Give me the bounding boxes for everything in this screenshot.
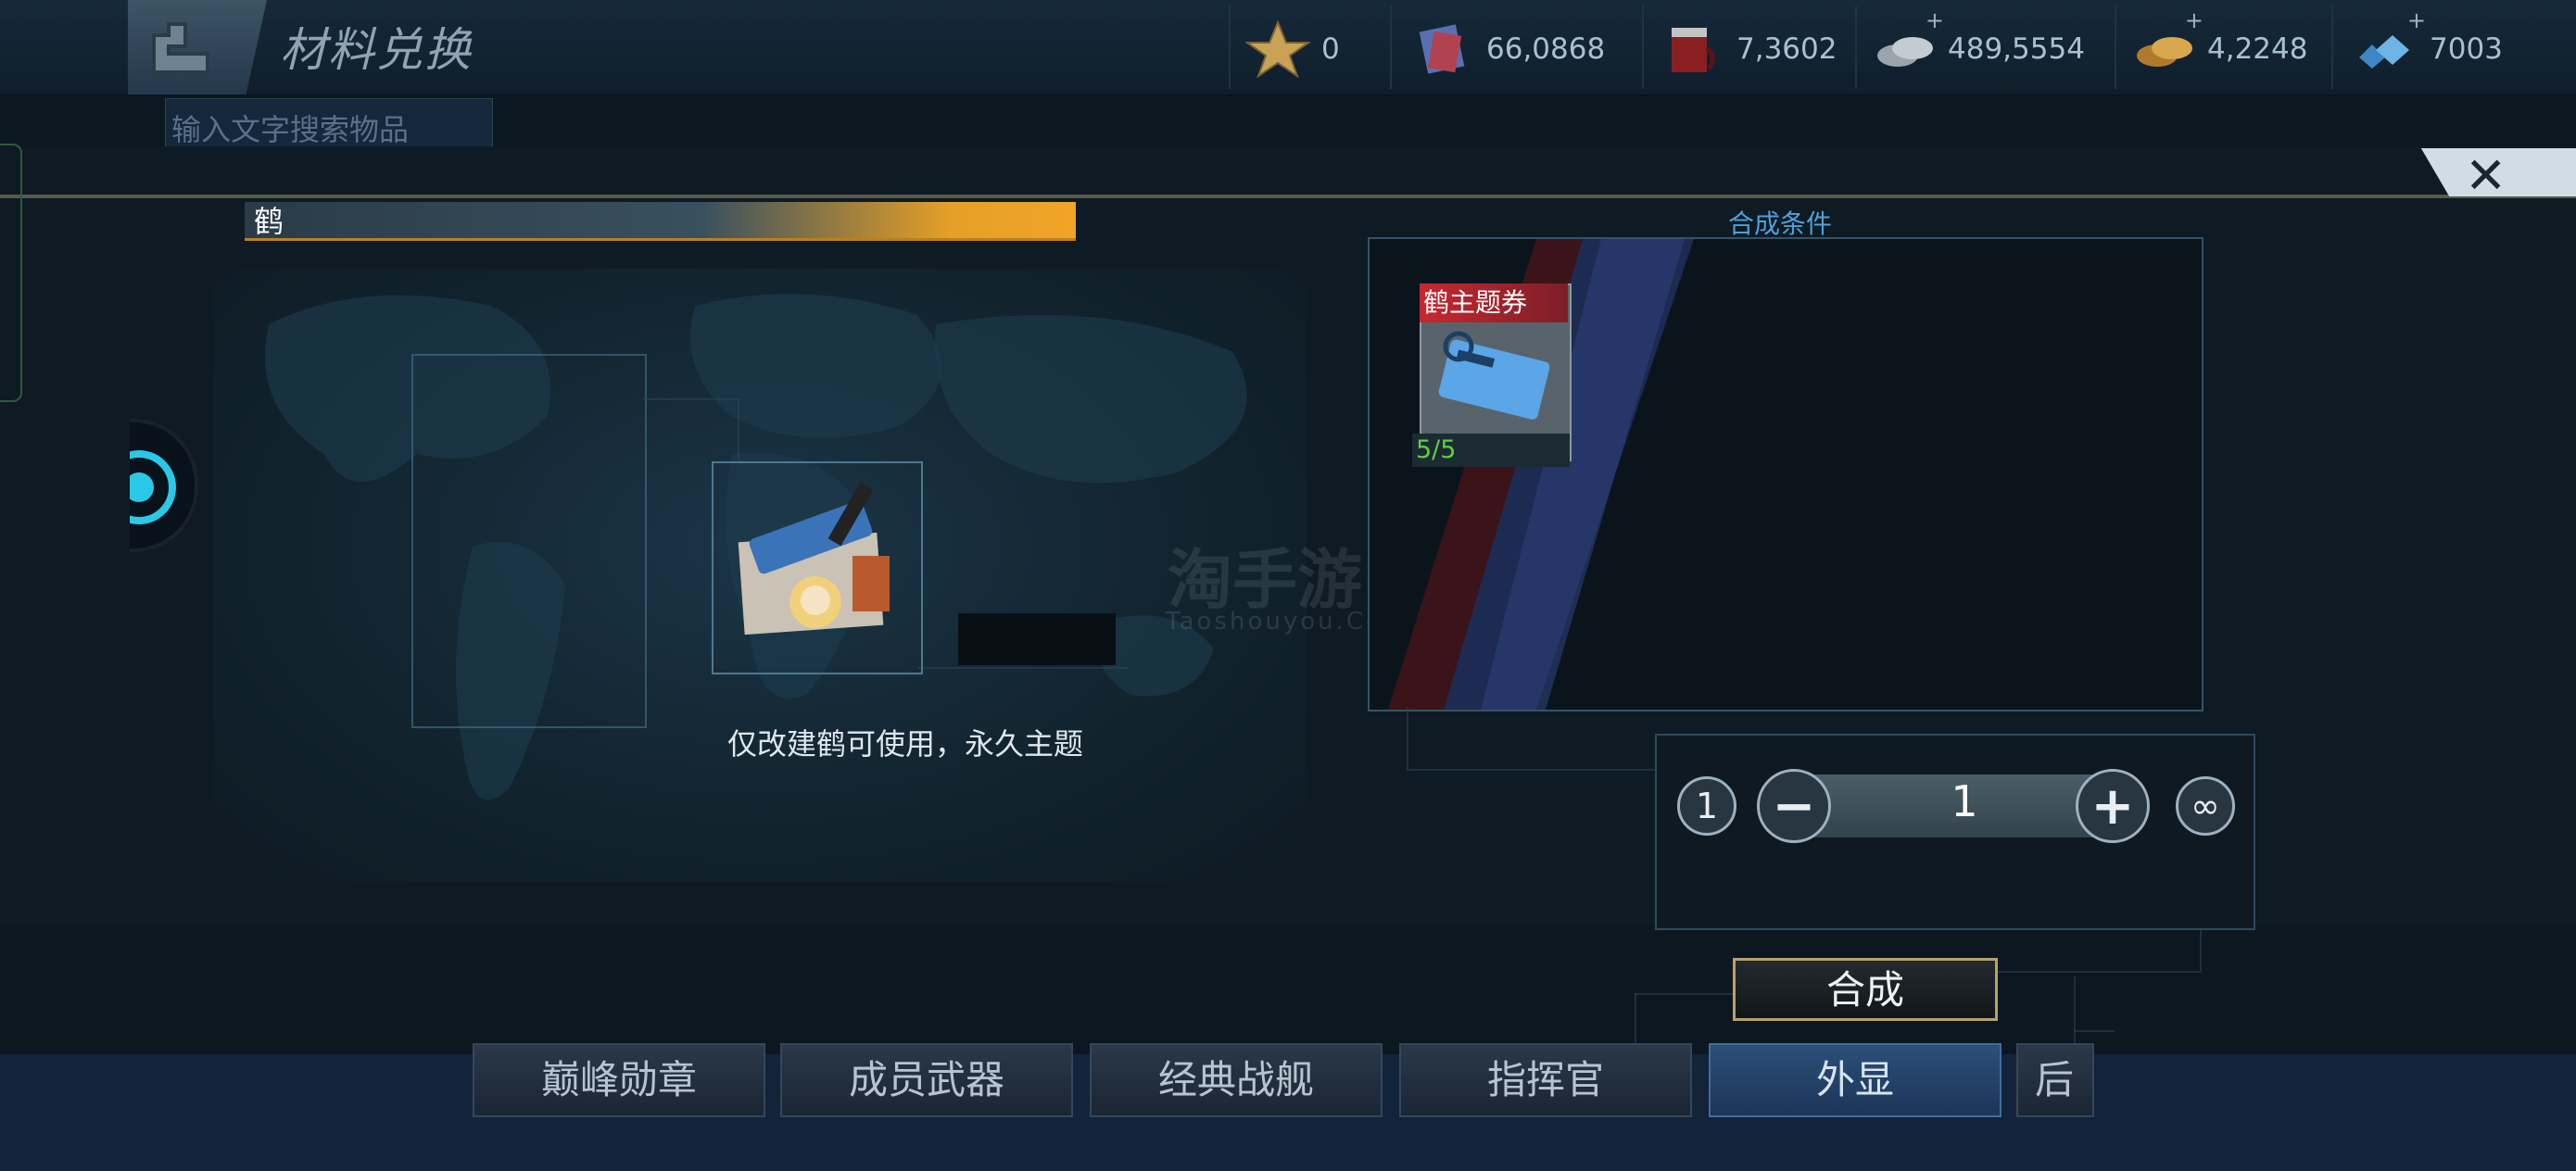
add-gold-plus-icon[interactable]: + <box>2185 7 2203 33</box>
resource-silver[interactable]: + 489,5554 <box>1872 7 2085 78</box>
divider <box>738 398 739 463</box>
divider <box>1998 971 2202 973</box>
divider <box>1407 708 1408 769</box>
decrease-button[interactable]: − <box>1757 769 1831 843</box>
gold-coins-icon: + <box>2131 7 2203 78</box>
tab-appearance[interactable]: 外显 <box>1709 1043 2001 1117</box>
requirement-count: 5/5 <box>1412 434 1570 467</box>
add-gems-plus-icon[interactable]: + <box>2407 7 2426 33</box>
side-drawer-edge[interactable] <box>0 144 22 402</box>
resource-paint: 7,3602 <box>1661 20 1837 78</box>
resource-gold[interactable]: + 4,2248 <box>2131 7 2307 78</box>
back-button[interactable] <box>128 0 267 94</box>
divider <box>1635 993 1733 995</box>
divider <box>2074 1030 2115 1032</box>
tab-commander[interactable]: 指挥官 <box>1399 1043 1692 1117</box>
search-input[interactable]: 输入文字搜索物品 <box>165 98 493 152</box>
map-dark-block <box>958 613 1116 665</box>
divider <box>2200 926 2202 971</box>
divider <box>917 667 1129 669</box>
quantity-value[interactable]: 1 <box>1927 776 2001 826</box>
add-silver-plus-icon[interactable]: + <box>1926 7 1944 33</box>
blue-gems-icon: + <box>2354 7 2426 78</box>
map-frame <box>411 354 647 728</box>
item-description: 仅改建鹤可使用，永久主题 <box>727 726 1084 762</box>
divider <box>2331 6 2333 89</box>
badge-icon <box>130 441 185 543</box>
synthesize-button[interactable]: 合成 <box>1733 958 1998 1021</box>
resource-star: 0 <box>1244 19 1340 79</box>
resource-blueprint: 66,0868 <box>1410 20 1605 78</box>
divider <box>2115 6 2116 89</box>
page-title: 材料兑换 <box>280 23 473 77</box>
paint-roller-theme-icon <box>738 482 890 636</box>
tab-more[interactable]: 后 <box>2016 1043 2094 1117</box>
back-arrow-icon <box>152 22 209 74</box>
tab-peak-medal[interactable]: 巅峰勋章 <box>473 1043 765 1117</box>
set-min-button[interactable]: 1 <box>1677 776 1736 836</box>
item-name-bar: 鹤 <box>245 202 1076 241</box>
blueprint-crystal-icon <box>1410 20 1475 78</box>
increase-button[interactable]: + <box>2076 769 2150 843</box>
divider <box>1855 6 1857 89</box>
requirement-label: 鹤主题券 <box>1420 283 1568 322</box>
divider <box>643 398 739 400</box>
item-icon-frame[interactable] <box>712 461 923 674</box>
set-max-button[interactable]: ∞ <box>2176 776 2235 836</box>
divider <box>1407 769 1655 771</box>
tab-classic-ship[interactable]: 经典战舰 <box>1090 1043 1383 1117</box>
close-icon[interactable]: ✕ <box>2465 146 2507 205</box>
star-medal-icon <box>1244 19 1312 79</box>
tab-member-weapon[interactable]: 成员武器 <box>780 1043 1073 1117</box>
conditions-title: 合成条件 <box>1728 208 1833 239</box>
resource-gems[interactable]: + 7003 <box>2354 7 2503 78</box>
divider <box>1642 6 1644 89</box>
silver-coins-icon: + <box>1872 7 1944 78</box>
divider <box>1390 6 1392 89</box>
paint-bucket-icon <box>1661 20 1725 78</box>
divider <box>1229 6 1231 89</box>
divider <box>0 195 2576 198</box>
